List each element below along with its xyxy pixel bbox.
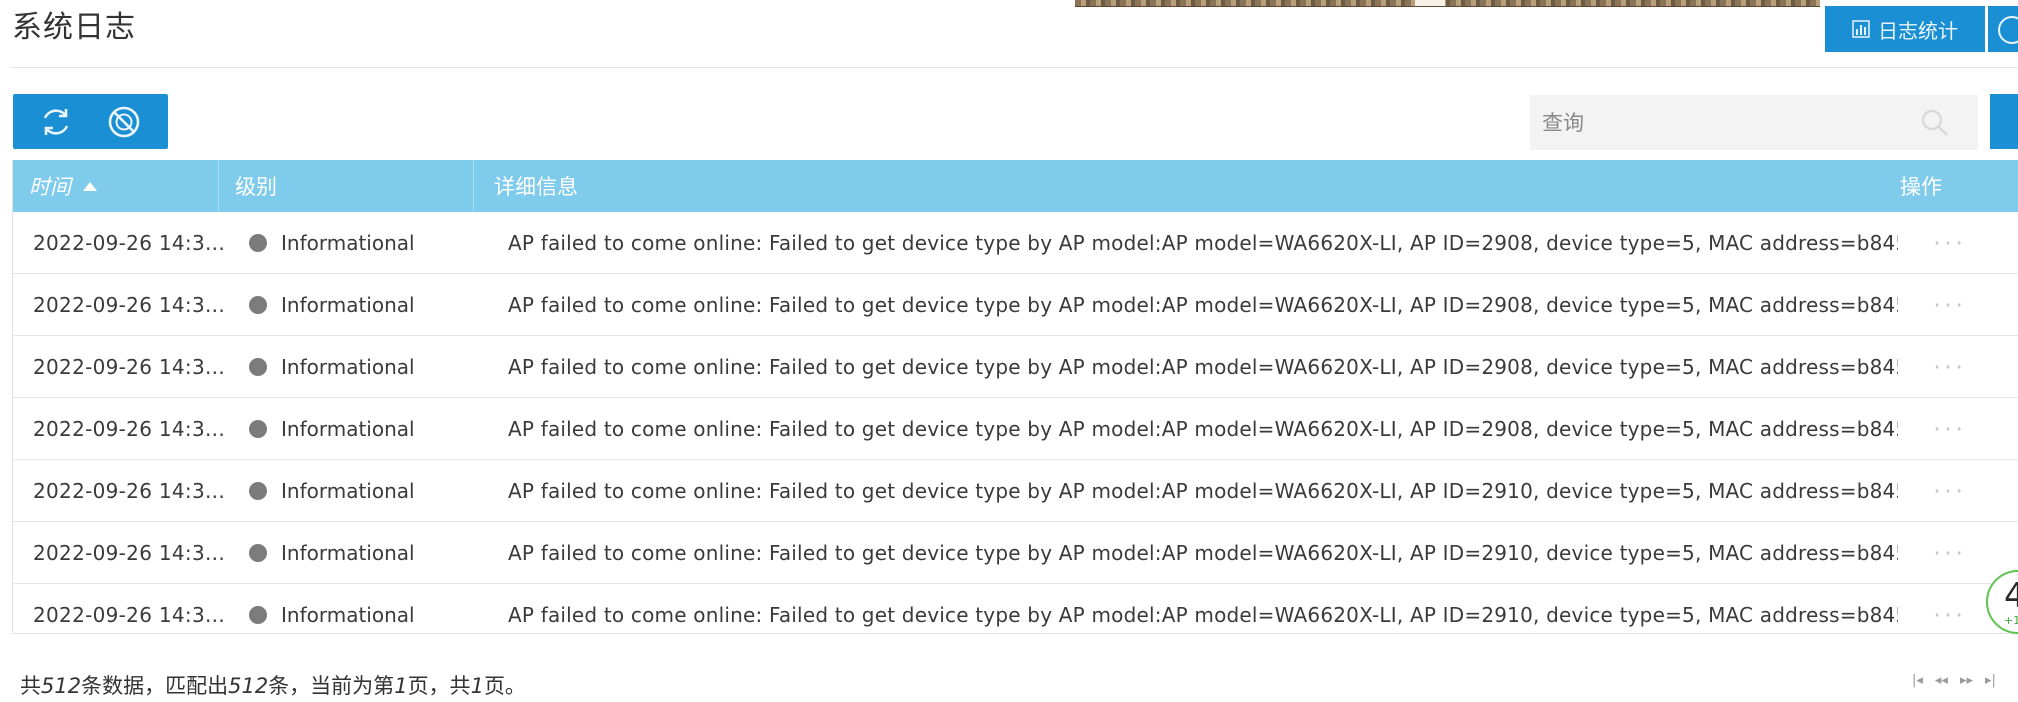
table-row[interactable]: 2022-09-26 14:3... Informational AP failed… <box>13 522 2018 584</box>
cell-time: 2022-09-26 14:3... <box>33 292 225 317</box>
search-submit-button[interactable] <box>1990 94 2018 149</box>
floating-counter-delta: +1 <box>2004 614 2018 627</box>
refresh-button[interactable] <box>26 94 86 149</box>
bar-chart-icon <box>1852 20 1870 38</box>
summary-current-page: 1 <box>394 674 408 698</box>
cell-level-label: Informational <box>281 230 415 255</box>
summary-text-1: 条数据，匹配出 <box>81 674 229 698</box>
summary-text-2: 条，当前为第 <box>268 674 395 698</box>
table-header: 时间 级别 详细信息 操作 <box>13 160 2018 212</box>
pager: |◂ ◂◂ ▸▸ ▸| <box>1912 673 1996 688</box>
log-table: 时间 级别 详细信息 操作 2022-09-26 14:3... Informat… <box>12 160 2018 634</box>
column-header-action: 操作 <box>1900 175 1942 199</box>
cell-time: 2022-09-26 14:3... <box>33 416 225 441</box>
title-divider <box>10 67 2018 68</box>
log-stats-label: 日志统计 <box>1878 18 1958 43</box>
toolbar <box>13 94 168 149</box>
cell-detail: AP failed to come online: Failed to get … <box>508 354 1898 379</box>
cell-detail: AP failed to come online: Failed to get … <box>508 230 1898 255</box>
summary-suffix: 页。 <box>483 674 526 698</box>
search-icon[interactable] <box>1920 108 1950 138</box>
cell-level-label: Informational <box>281 478 415 503</box>
top-image-strip <box>1075 0 1820 7</box>
level-dot-icon <box>249 357 267 376</box>
clear-log-button[interactable] <box>94 94 154 149</box>
level-dot-icon <box>249 481 267 500</box>
floating-counter-value: 4 <box>2004 576 2018 616</box>
row-actions-button[interactable]: ··· <box>1931 398 1965 459</box>
cell-level-label: Informational <box>281 354 415 379</box>
column-header-time[interactable]: 时间 <box>13 160 218 212</box>
first-page-button[interactable]: |◂ <box>1912 673 1923 688</box>
cell-time: 2022-09-26 14:3... <box>33 602 225 627</box>
column-header-detail: 详细信息 <box>473 160 1873 212</box>
cell-level-label: Informational <box>281 540 415 565</box>
table-row[interactable]: 2022-09-26 14:3... Informational AP failed… <box>13 274 2018 336</box>
next-page-button[interactable]: ▸▸ <box>1960 673 1973 688</box>
row-actions-button[interactable]: ··· <box>1931 212 1965 273</box>
table-body: 2022-09-26 14:3... Informational AP failed… <box>13 212 2018 640</box>
pagination-summary: 共512条数据，匹配出512条，当前为第1页，共1页。 <box>20 670 526 700</box>
help-button[interactable] <box>1988 6 2018 52</box>
summary-total: 512 <box>41 674 82 698</box>
cell-time: 2022-09-26 14:3... <box>33 230 225 255</box>
cell-level: Informational <box>249 336 489 397</box>
cell-time: 2022-09-26 14:3... <box>33 478 225 503</box>
row-actions-button[interactable]: ··· <box>1931 460 1965 521</box>
last-page-button[interactable]: ▸| <box>1985 673 1996 688</box>
refresh-icon <box>43 108 69 135</box>
block-icon <box>108 106 140 137</box>
log-stats-button[interactable]: 日志统计 <box>1825 6 1985 52</box>
search-input[interactable] <box>1530 95 1910 150</box>
row-actions-button[interactable]: ··· <box>1931 274 1965 335</box>
level-dot-icon <box>249 605 267 624</box>
level-dot-icon <box>249 233 267 252</box>
column-header-level: 级别 <box>218 160 473 212</box>
table-row[interactable]: 2022-09-26 14:3... Informational AP failed… <box>13 336 2018 398</box>
row-actions-button[interactable]: ··· <box>1931 584 1965 645</box>
cell-level: Informational <box>249 460 489 521</box>
cell-time: 2022-09-26 14:3... <box>33 540 225 565</box>
prev-page-button[interactable]: ◂◂ <box>1935 673 1948 688</box>
cell-level-label: Informational <box>281 292 415 317</box>
cell-detail: AP failed to come online: Failed to get … <box>508 602 1898 627</box>
summary-prefix: 共 <box>20 674 41 698</box>
cell-level: Informational <box>249 584 489 645</box>
table-row[interactable]: 2022-09-26 14:3... Informational AP failed… <box>13 398 2018 460</box>
row-actions-button[interactable]: ··· <box>1931 522 1965 583</box>
table-row[interactable]: 2022-09-26 14:3... Informational AP failed… <box>13 460 2018 522</box>
help-icon <box>1998 16 2018 44</box>
image-handle <box>1415 0 1445 6</box>
cell-detail: AP failed to come online: Failed to get … <box>508 292 1898 317</box>
summary-text-3: 页，共 <box>407 674 471 698</box>
cell-time: 2022-09-26 14:3... <box>33 354 225 379</box>
summary-total-pages: 1 <box>470 674 484 698</box>
cell-level: Informational <box>249 398 489 459</box>
summary-matched: 512 <box>228 674 269 698</box>
cell-level: Informational <box>249 212 489 273</box>
cell-level-label: Informational <box>281 416 415 441</box>
cell-detail: AP failed to come online: Failed to get … <box>508 540 1898 565</box>
cell-level: Informational <box>249 274 489 335</box>
level-dot-icon <box>249 419 267 438</box>
column-header-time-label: 时间 <box>29 175 71 199</box>
sort-ascending-icon <box>83 181 97 191</box>
row-actions-button[interactable]: ··· <box>1931 336 1965 397</box>
cell-level-label: Informational <box>281 602 415 627</box>
level-dot-icon <box>249 543 267 562</box>
cell-detail: AP failed to come online: Failed to get … <box>508 416 1898 441</box>
level-dot-icon <box>249 295 267 314</box>
search-box <box>1530 95 1978 150</box>
page-title: 系统日志 <box>12 10 136 45</box>
table-row[interactable]: 2022-09-26 14:3... Informational AP failed… <box>13 212 2018 274</box>
table-row[interactable]: 2022-09-26 14:3... Informational AP failed… <box>13 584 2018 640</box>
cell-detail: AP failed to come online: Failed to get … <box>508 478 1898 503</box>
cell-level: Informational <box>249 522 489 583</box>
